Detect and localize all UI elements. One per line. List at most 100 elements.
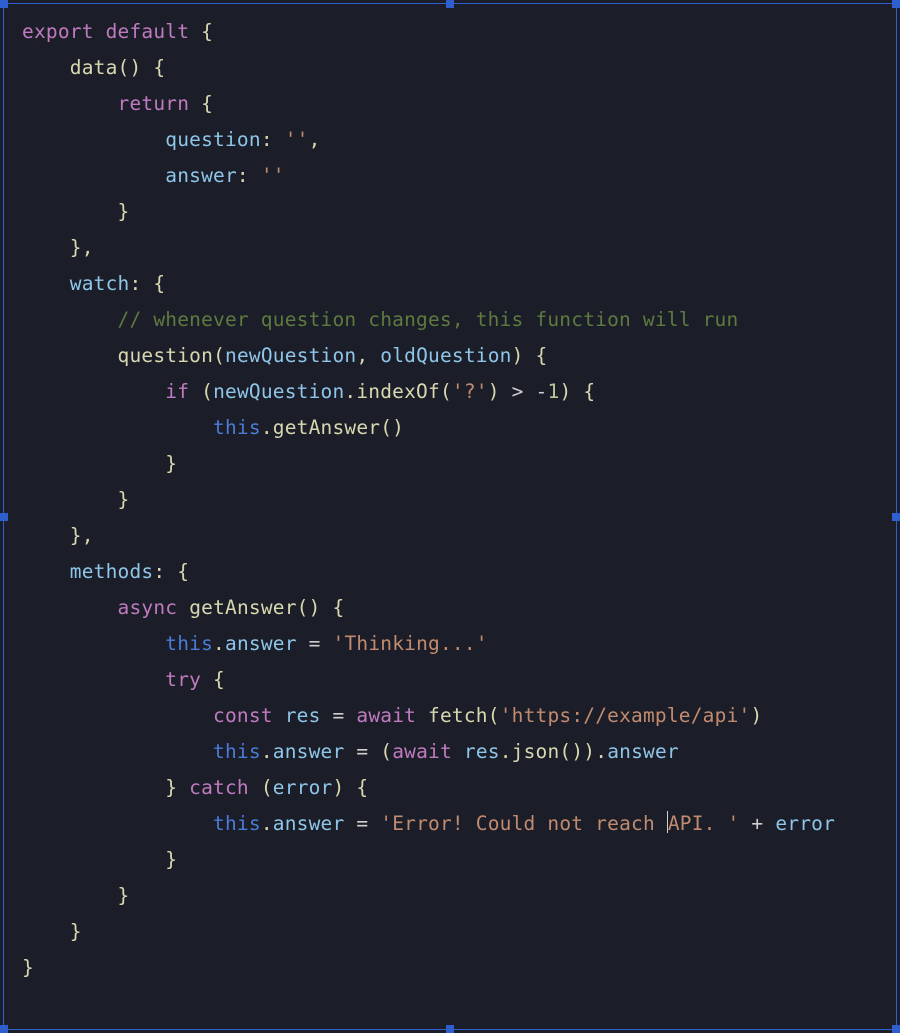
code-line[interactable]: const res = await fetch('https://example… (22, 704, 762, 727)
resize-handle-bottom-middle-icon[interactable] (446, 1025, 454, 1033)
token-pun: , (356, 344, 380, 367)
token-fn: data (70, 56, 118, 79)
token-pale (452, 740, 464, 763)
token-pun: }, (70, 524, 94, 547)
code-line[interactable]: if (newQuestion.indexOf('?') > -1) { (22, 380, 595, 403)
token-pun: ( (380, 740, 392, 763)
token-pale (22, 92, 118, 115)
token-kw: return (118, 92, 190, 115)
code-line[interactable]: this.answer = (await res.json()).answer (22, 740, 679, 763)
token-prop: answer (607, 740, 679, 763)
token-pale (22, 128, 165, 151)
code-line[interactable]: async getAnswer() { (22, 596, 344, 619)
token-pun: } (22, 956, 34, 979)
token-pun: ) (750, 704, 762, 727)
code-line[interactable]: } (22, 488, 129, 511)
token-pale (273, 128, 285, 151)
token-prop: newQuestion (225, 344, 356, 367)
token-pale (524, 380, 536, 403)
token-pun: ) { (332, 776, 368, 799)
token-fn: json (512, 740, 560, 763)
token-pale (22, 56, 70, 79)
token-pun: : { (153, 560, 189, 583)
code-line[interactable]: }, (22, 236, 94, 259)
token-prop: res (464, 740, 500, 763)
token-kw2: this (165, 632, 213, 655)
token-pun: } (70, 920, 82, 943)
token-pun: { (201, 668, 225, 691)
token-pun: } (118, 488, 130, 511)
code-line[interactable]: question(newQuestion, oldQuestion) { (22, 344, 547, 367)
code-line[interactable]: export default { (22, 20, 213, 43)
token-kw: await (392, 740, 452, 763)
token-op: = (356, 812, 368, 835)
token-pale (416, 704, 428, 727)
code-line[interactable]: return { (22, 92, 213, 115)
token-pun: . (344, 380, 356, 403)
code-line[interactable]: } (22, 200, 129, 223)
token-pun: } (165, 776, 189, 799)
token-kw: const (213, 704, 273, 727)
token-pale (249, 164, 261, 187)
token-str: '' (261, 164, 285, 187)
token-pale (273, 704, 285, 727)
token-op: > (512, 380, 524, 403)
token-prop: answer (165, 164, 237, 187)
resize-handle-bottom-right-icon[interactable] (892, 1025, 900, 1033)
code-line[interactable]: } (22, 848, 177, 871)
code-line[interactable]: this.answer = 'Thinking...' (22, 632, 488, 655)
code-line[interactable]: } (22, 956, 34, 979)
token-pale (368, 812, 380, 835)
token-pale (344, 812, 356, 835)
code-editor[interactable]: export default { data() { return { quest… (0, 0, 900, 986)
token-cmt: // whenever question changes, this funct… (118, 308, 739, 331)
token-pun: }, (70, 236, 94, 259)
token-fn: fetch (428, 704, 488, 727)
token-pale (22, 272, 70, 295)
token-pale (22, 668, 165, 691)
token-op: + (751, 812, 763, 835)
token-pun: () { (297, 596, 345, 619)
code-line[interactable]: // whenever question changes, this funct… (22, 308, 738, 331)
token-prop: methods (70, 560, 154, 583)
code-line[interactable]: question: '', (22, 128, 321, 151)
token-pun: } (118, 884, 130, 907)
token-pun: ( (189, 380, 213, 403)
code-line[interactable]: data() { (22, 56, 165, 79)
code-line[interactable]: } (22, 452, 177, 475)
resize-handle-bottom-left-icon[interactable] (0, 1025, 8, 1033)
token-pale (22, 200, 118, 223)
code-line[interactable]: methods: { (22, 560, 189, 583)
token-pale (22, 524, 70, 547)
code-line[interactable]: this.getAnswer() (22, 416, 404, 439)
token-pun: ( (440, 380, 452, 403)
code-line[interactable]: } (22, 884, 129, 907)
token-pale (344, 704, 356, 727)
token-kw2: this (213, 812, 261, 835)
token-pun: ) { (559, 380, 595, 403)
token-pun: { (189, 20, 213, 43)
code-line[interactable]: answer: '' (22, 164, 285, 187)
token-pun: , (309, 128, 321, 151)
token-pale (22, 416, 213, 439)
token-str: 'Thinking...' (333, 632, 488, 655)
code-line[interactable]: this.answer = 'Error! Could not reach AP… (22, 812, 835, 835)
code-line[interactable]: } (22, 920, 82, 943)
code-line[interactable]: }, (22, 524, 94, 547)
token-pun: ) (488, 380, 512, 403)
token-pale (22, 776, 165, 799)
token-prop: answer (225, 632, 297, 655)
token-op: = (309, 632, 321, 655)
code-line[interactable]: } catch (error) { (22, 776, 368, 799)
token-str: API. ' (668, 812, 740, 835)
token-pale (321, 704, 333, 727)
token-pun: . (261, 416, 273, 439)
code-line[interactable]: watch: { (22, 272, 165, 295)
token-prop: answer (273, 740, 345, 763)
token-pale (22, 884, 118, 907)
code-line[interactable]: try { (22, 668, 225, 691)
token-pun: : (261, 128, 273, 151)
token-pun: . (261, 740, 273, 763)
token-prop: error (273, 776, 333, 799)
token-pun: : { (129, 272, 165, 295)
